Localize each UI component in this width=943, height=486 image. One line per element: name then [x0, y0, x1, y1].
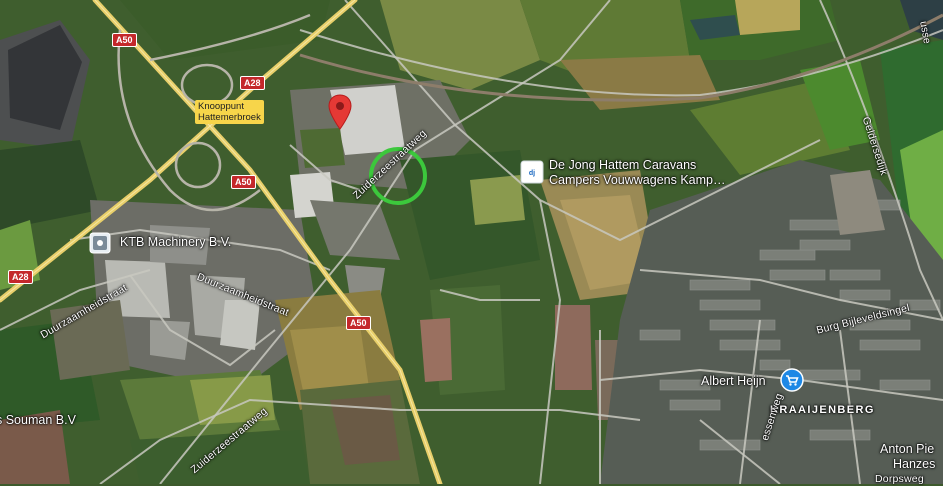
poi-anton-line1[interactable]: Anton Pie [880, 442, 934, 456]
poi-ktb-machinery[interactable]: KTB Machinery B.V. [120, 235, 231, 249]
shopping-cart-icon[interactable] [780, 368, 804, 392]
a50-shield-top: A50 [112, 33, 137, 47]
poi-de-jong-line2[interactable]: Campers Vouwwagens Kamp… [549, 173, 725, 187]
poi-anton-line2[interactable]: Hanzes [893, 457, 935, 471]
a50-shield-mid: A50 [231, 175, 256, 189]
poi-albert-heijn[interactable]: Albert Heijn [701, 374, 766, 388]
svg-text:dj: dj [529, 170, 535, 177]
caravan-logo-icon[interactable]: dj [520, 160, 544, 184]
poi-souman[interactable]: s Souman B.V [0, 413, 76, 427]
place-icon[interactable] [89, 232, 111, 254]
neighbourhood-label: KRAAIJENBERG [770, 404, 875, 416]
junction-line2: Hattemerbroek [198, 112, 261, 123]
a28-shield-top: A28 [240, 76, 265, 90]
map-pin-icon[interactable] [328, 94, 352, 130]
a28-shield-left: A28 [8, 270, 33, 284]
junction-line1: Knooppunt [198, 101, 244, 112]
a50-shield-bottom: A50 [346, 316, 371, 330]
poi-de-jong-line1[interactable]: De Jong Hattem Caravans [549, 158, 696, 172]
junction-label: Knooppunt Hattemerbroek [195, 100, 264, 124]
